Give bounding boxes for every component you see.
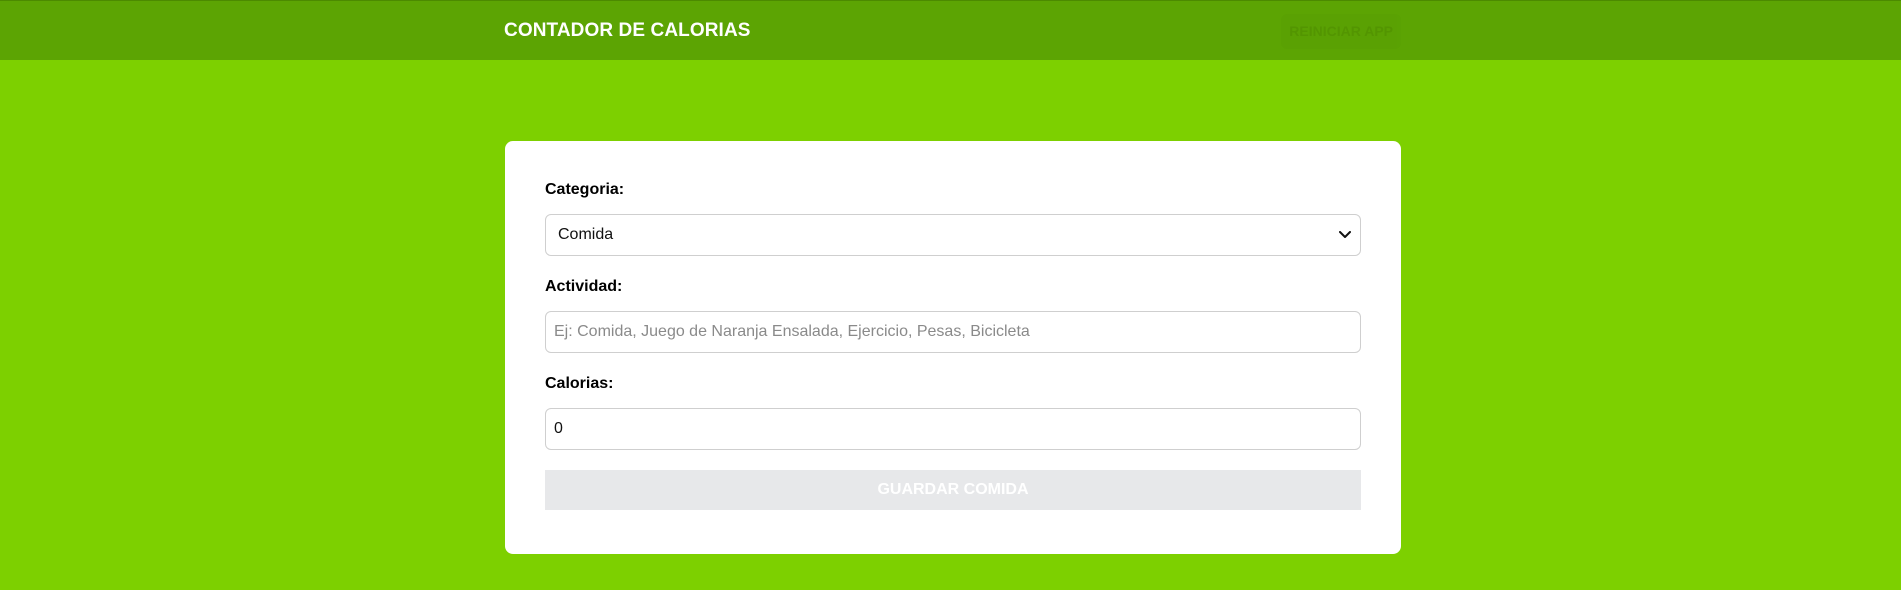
- category-field: Categoria: Comida: [545, 181, 1361, 256]
- chevron-down-icon: [1338, 228, 1352, 242]
- calories-field: Calorias: 0: [545, 375, 1361, 450]
- category-select[interactable]: Comida: [545, 214, 1361, 256]
- activity-field: Actividad: Ej: Comida, Juego de Naranja …: [545, 278, 1361, 353]
- header-container: CONTADOR DE CALORIAS REINICIAR APP: [504, 1, 1401, 61]
- reset-app-button[interactable]: REINICIAR APP: [1281, 13, 1401, 49]
- activity-placeholder: Ej: Comida, Juego de Naranja Ensalada, E…: [554, 323, 1030, 340]
- activity-label: Actividad:: [545, 278, 623, 295]
- category-label: Categoria:: [545, 181, 625, 198]
- app-title: CONTADOR DE CALORIAS: [504, 20, 751, 41]
- calories-label: Calorias:: [545, 375, 614, 392]
- calories-value: 0: [554, 420, 563, 437]
- save-food-button[interactable]: GUARDAR COMIDA: [545, 470, 1361, 510]
- calories-input[interactable]: 0: [545, 408, 1361, 450]
- app-header: CONTADOR DE CALORIAS REINICIAR APP: [0, 0, 1901, 60]
- calorie-form-card: Categoria: Comida Actividad: Ej: Comida,…: [505, 141, 1401, 554]
- activity-input[interactable]: Ej: Comida, Juego de Naranja Ensalada, E…: [545, 311, 1361, 353]
- category-selected-value: Comida: [558, 226, 614, 243]
